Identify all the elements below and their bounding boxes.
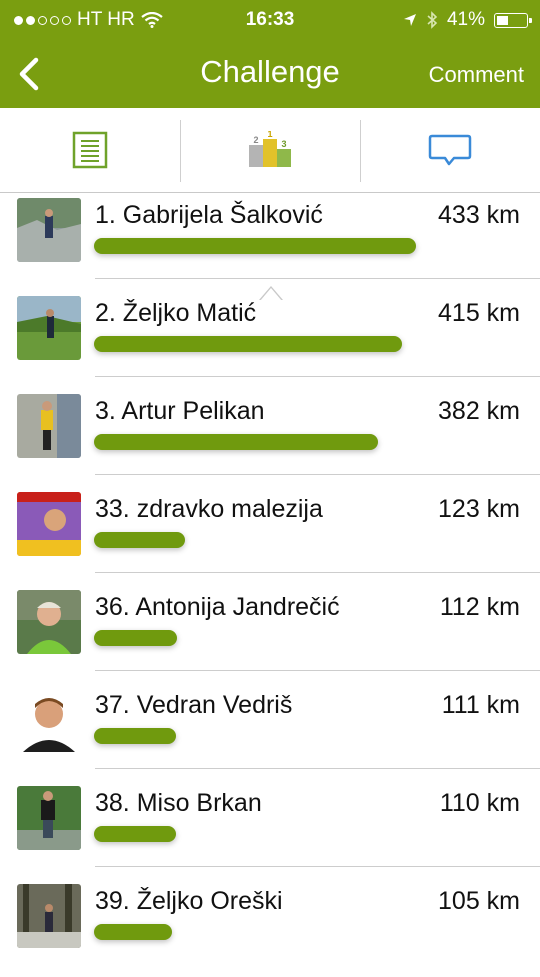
list-item[interactable]: 3. Artur Pelikan 382 km [0,389,540,487]
progress-bar [94,826,176,842]
avatar [17,296,81,360]
participant-distance: 433 km [438,201,520,229]
tab-details[interactable] [0,108,180,192]
status-bar: HT HR 16:33 41% [0,0,540,40]
avatar [17,786,81,850]
participant-name: 1. Gabrijela Šalković [95,201,323,229]
progress-track [94,826,416,842]
avatar [17,394,81,458]
progress-track [94,630,416,646]
progress-bar [94,630,178,646]
progress-track [94,336,416,352]
progress-track [94,238,416,254]
participant-distance: 112 km [439,593,520,621]
battery-icon [494,12,532,28]
progress-track [94,434,416,450]
row-separator [95,670,540,671]
participant-distance: 382 km [438,397,520,425]
podium-label-1: 1 [267,131,272,139]
row-separator [95,474,540,475]
bluetooth-icon [427,11,438,29]
progress-bar [94,434,378,450]
row-separator [95,376,540,377]
list-item[interactable]: 37. Vedran Vedriš 111 km [0,683,540,781]
participant-name: 3. Artur Pelikan [95,397,265,425]
avatar [17,492,81,556]
avatar [17,590,81,654]
list-item[interactable]: 33. zdravko malezija 123 km [0,487,540,585]
comment-button[interactable]: Comment [429,62,524,88]
tab-ranking[interactable]: 2 1 3 [180,108,360,192]
list-item[interactable]: 36. Antonija Jandrečić 112 km [0,585,540,683]
header: HT HR 16:33 41% Challenge Comment [0,0,540,108]
avatar [17,198,81,262]
participant-name: 39. Željko Oreški [95,887,283,915]
participant-distance: 111 km [441,691,520,719]
list-item[interactable]: 38. Miso Brkan 110 km [0,781,540,879]
tab-bar: 2 1 3 [0,108,540,301]
row-separator [95,866,540,867]
row-separator [95,278,540,279]
document-list-icon [72,131,108,169]
progress-bar [94,238,416,254]
avatar [17,884,81,948]
battery-percent: 41% [446,9,485,30]
participant-name: 38. Miso Brkan [95,789,262,817]
participant-distance: 415 km [438,299,520,327]
progress-track [94,924,416,940]
participant-name: 37. Vedran Vedriš [95,691,293,719]
navigation-bar: Challenge Comment [0,46,540,102]
progress-track [94,532,416,548]
participant-distance: 110 km [439,789,520,817]
progress-bar [94,336,403,352]
podium-icon: 2 1 3 [249,131,291,167]
progress-bar [94,728,177,744]
participant-name: 36. Antonija Jandrečić [95,593,340,621]
location-arrow-icon [403,14,416,26]
tab-comments[interactable] [360,108,540,192]
podium-label-2: 2 [253,135,258,145]
participant-distance: 123 km [438,495,520,523]
avatar [17,688,81,752]
status-right: 41% [403,9,532,31]
participant-name: 2. Željko Matić [95,299,257,327]
participant-distance: 105 km [438,887,520,915]
speech-bubble-icon [428,134,472,166]
list-item[interactable]: 39. Željko Oreški 105 km [0,879,540,977]
progress-bar [94,924,172,940]
participant-name: 33. zdravko malezija [95,495,323,523]
progress-track [94,728,416,744]
progress-bar [94,532,186,548]
podium-label-3: 3 [281,139,286,149]
row-separator [95,768,540,769]
list-item[interactable]: 1. Gabrijela Šalković 433 km [0,193,540,291]
row-separator [95,572,540,573]
list-item[interactable]: 2. Željko Matić 415 km [0,291,540,389]
